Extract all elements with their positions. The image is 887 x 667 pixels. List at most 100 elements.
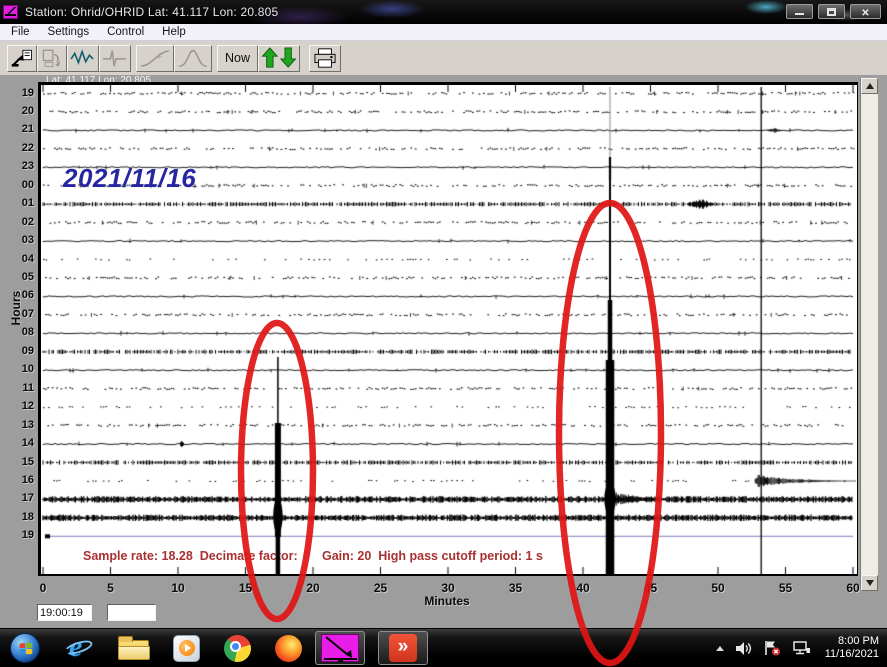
hour-label-5: 00 bbox=[0, 179, 34, 192]
clock-time: 8:00 PM bbox=[825, 635, 879, 648]
hour-label-12: 07 bbox=[0, 308, 34, 321]
filter-ramp-button[interactable]: F bbox=[136, 45, 174, 72]
chrome-icon bbox=[224, 635, 251, 662]
seismograph-app-icon bbox=[321, 634, 359, 662]
helicorder-canvas[interactable] bbox=[41, 85, 857, 574]
pulse-icon bbox=[102, 47, 128, 69]
x-tick-label-55: 55 bbox=[771, 581, 801, 595]
print-button[interactable] bbox=[309, 45, 341, 72]
chart-region: Lat: 41.117 Lon: 20.805 Hours 1920212223… bbox=[0, 75, 887, 628]
pulse-view-button[interactable] bbox=[99, 45, 131, 72]
media-player-icon bbox=[173, 635, 200, 662]
scrollbar-up-button[interactable] bbox=[861, 78, 878, 94]
hour-label-17: 12 bbox=[0, 400, 34, 413]
volume-icon[interactable] bbox=[735, 641, 752, 656]
title-bar[interactable]: Station: Ohrid/OHRID Lat: 41.117 Lon: 20… bbox=[0, 0, 887, 24]
remote-desktop-icon: » bbox=[389, 634, 417, 662]
hour-label-11: 06 bbox=[0, 289, 34, 302]
scroll-up-down-button[interactable] bbox=[258, 45, 300, 72]
hour-label-15: 10 bbox=[0, 363, 34, 376]
waveform-icon bbox=[70, 47, 96, 69]
taskbar-item-chrome[interactable] bbox=[224, 635, 251, 662]
hour-label-0: 19 bbox=[0, 87, 34, 100]
action-center-flag-icon[interactable] bbox=[763, 640, 781, 656]
hour-label-9: 04 bbox=[0, 253, 34, 266]
date-label: 2021/11/16 bbox=[63, 163, 196, 194]
hour-label-16: 11 bbox=[0, 382, 34, 395]
window-title: Station: Ohrid/OHRID Lat: 41.117 Lon: 20… bbox=[25, 5, 278, 19]
x-tick-label-5: 5 bbox=[96, 581, 126, 595]
firefox-icon bbox=[275, 635, 302, 662]
current-time-field[interactable] bbox=[37, 604, 92, 621]
hour-label-23: 18 bbox=[0, 511, 34, 524]
now-button[interactable]: Now bbox=[217, 45, 258, 72]
taskbar-item-seismograph-app[interactable] bbox=[315, 631, 365, 665]
hour-label-19: 14 bbox=[0, 437, 34, 450]
menu-bar: FileSettingsControlHelp bbox=[0, 24, 887, 41]
hour-label-24: 19 bbox=[0, 529, 34, 542]
maximize-icon bbox=[827, 8, 836, 16]
network-icon[interactable] bbox=[792, 640, 811, 656]
green-arrows-icon bbox=[261, 47, 297, 69]
hour-label-1: 20 bbox=[0, 105, 34, 118]
gaussian-filter-button[interactable] bbox=[174, 45, 212, 72]
hour-label-7: 02 bbox=[0, 216, 34, 229]
taskbar-item-internet-explorer[interactable]: e bbox=[64, 633, 94, 663]
x-tick-label-35: 35 bbox=[501, 581, 531, 595]
filter-ramp-icon: F bbox=[139, 47, 171, 69]
aux-field[interactable] bbox=[107, 604, 156, 621]
minimize-icon bbox=[795, 13, 804, 15]
chevron-up-icon bbox=[866, 83, 874, 89]
toolbar: F Now bbox=[0, 41, 887, 75]
menu-item-control[interactable]: Control bbox=[98, 25, 153, 39]
open-file-icon bbox=[10, 47, 34, 69]
screen: Station: Ohrid/OHRID Lat: 41.117 Lon: 20… bbox=[0, 0, 887, 667]
taskbar-item-firefox[interactable] bbox=[275, 635, 302, 662]
hour-label-6: 01 bbox=[0, 197, 34, 210]
x-axis-title: Minutes bbox=[397, 594, 497, 608]
menu-item-file[interactable]: File bbox=[2, 25, 39, 39]
hour-label-4: 23 bbox=[0, 160, 34, 173]
export-button[interactable] bbox=[37, 45, 67, 72]
x-tick-label-20: 20 bbox=[298, 581, 328, 595]
menu-item-settings[interactable]: Settings bbox=[39, 25, 99, 39]
taskbar-clock[interactable]: 8:00 PM 11/16/2021 bbox=[825, 635, 879, 661]
app-icon bbox=[3, 5, 18, 19]
x-tick-label-60: 60 bbox=[838, 581, 868, 595]
hour-label-3: 22 bbox=[0, 142, 34, 155]
vertical-scrollbar[interactable] bbox=[860, 78, 878, 591]
printer-icon bbox=[312, 47, 338, 69]
waveform-view-button[interactable] bbox=[67, 45, 99, 72]
hour-label-14: 09 bbox=[0, 345, 34, 358]
menu-item-help[interactable]: Help bbox=[153, 25, 195, 39]
open-file-button[interactable] bbox=[7, 45, 37, 72]
x-tick-label-30: 30 bbox=[433, 581, 463, 595]
taskbar: e » bbox=[0, 628, 887, 667]
export-icon bbox=[40, 47, 64, 69]
start-button[interactable] bbox=[10, 633, 40, 663]
hour-label-10: 05 bbox=[0, 271, 34, 284]
taskbar-item-remote-desktop-app[interactable]: » bbox=[378, 631, 428, 665]
clock-date: 11/16/2021 bbox=[825, 648, 879, 661]
x-tick-label-0: 0 bbox=[28, 581, 58, 595]
x-tick-label-50: 50 bbox=[703, 581, 733, 595]
hour-label-20: 15 bbox=[0, 456, 34, 469]
hidden-icons-button[interactable] bbox=[716, 646, 724, 651]
x-tick-label-40: 40 bbox=[568, 581, 598, 595]
close-icon bbox=[861, 3, 869, 21]
taskbar-item-media-player[interactable] bbox=[173, 635, 200, 662]
gaussian-curve-icon bbox=[177, 47, 209, 69]
folder-icon bbox=[118, 640, 149, 660]
hour-label-13: 08 bbox=[0, 326, 34, 339]
minimize-button[interactable] bbox=[786, 4, 813, 19]
close-button[interactable] bbox=[850, 4, 881, 19]
system-tray: 8:00 PM 11/16/2021 bbox=[705, 635, 879, 661]
windows-flag-icon bbox=[19, 642, 32, 654]
helicorder-plot[interactable]: Sample rate: 18.28 Decimate factor: Gain… bbox=[38, 82, 858, 576]
hour-label-22: 17 bbox=[0, 492, 34, 505]
x-tick-label-10: 10 bbox=[163, 581, 193, 595]
hour-label-18: 13 bbox=[0, 419, 34, 432]
maximize-button[interactable] bbox=[818, 4, 845, 19]
taskbar-item-file-explorer[interactable] bbox=[118, 636, 149, 660]
hour-label-2: 21 bbox=[0, 123, 34, 136]
